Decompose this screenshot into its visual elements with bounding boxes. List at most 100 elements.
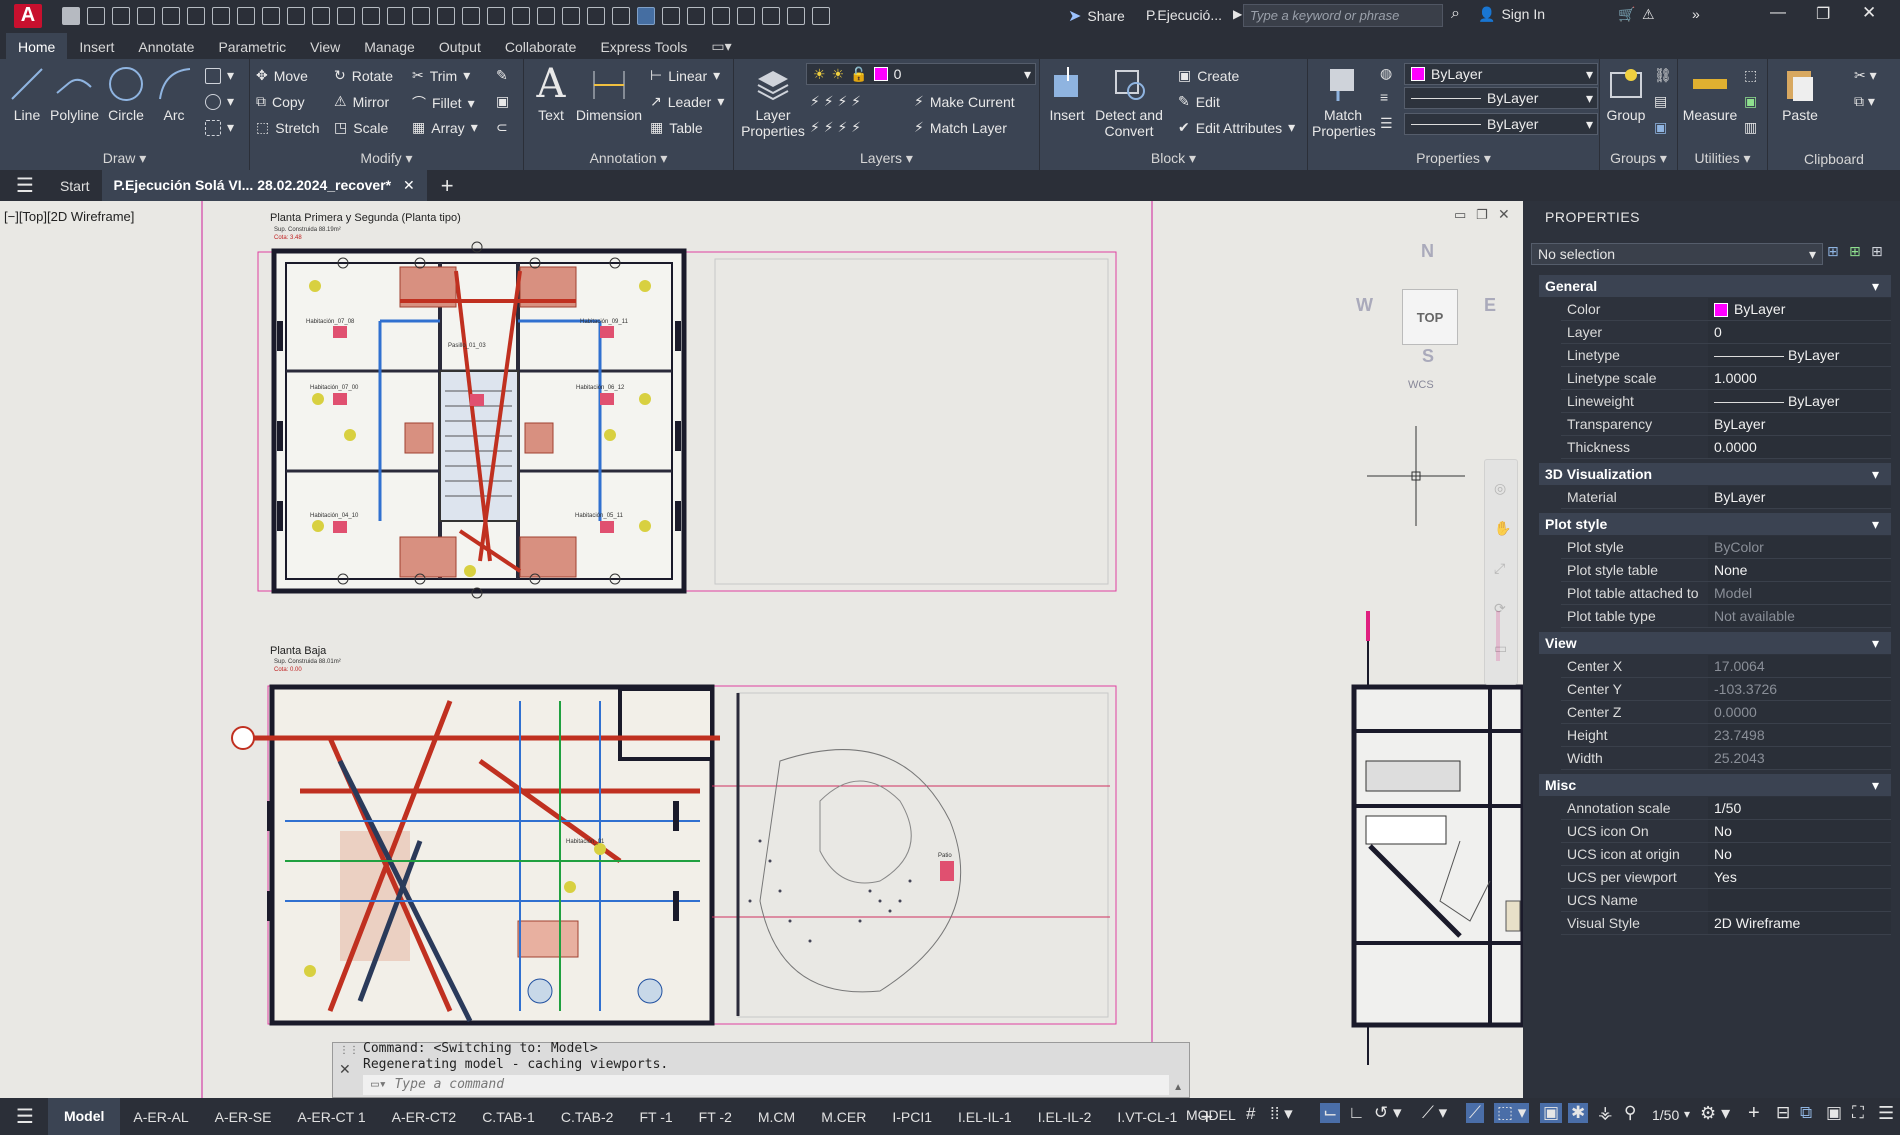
property-row[interactable]: Height 23.7498: [1561, 724, 1891, 747]
tab-express-tools[interactable]: Express Tools: [588, 35, 699, 59]
plot-icon[interactable]: [162, 6, 180, 25]
property-value[interactable]: ByColor: [1708, 536, 1891, 558]
move-button[interactable]: ✥ Move: [256, 67, 308, 84]
command-input[interactable]: ▭▾ Type a command: [363, 1075, 1169, 1095]
property-row[interactable]: UCS Name: [1561, 889, 1891, 912]
wcs-menu[interactable]: WCS: [1408, 379, 1434, 391]
layout-tab[interactable]: A-ER-CT 1: [284, 1109, 378, 1125]
property-value[interactable]: 2D Wireframe: [1708, 912, 1891, 934]
toolbar-icon-b[interactable]: [262, 6, 280, 25]
section-header-plot[interactable]: Plot style ▾: [1539, 513, 1891, 535]
save-icon[interactable]: [112, 6, 130, 25]
open-file-icon[interactable]: [87, 6, 105, 25]
property-row[interactable]: Width 25.2043: [1561, 747, 1891, 770]
rotate-button[interactable]: ↻ Rotate: [334, 67, 393, 84]
toolbar-icon-p[interactable]: [612, 6, 630, 25]
layer-tool-row-2[interactable]: ⚡ ⚡ ⚡ ⚡: [810, 119, 861, 136]
panel-utilities-title[interactable]: Utilities ▾: [1678, 150, 1767, 167]
viewcube-west[interactable]: W: [1356, 295, 1373, 316]
group-select-icon[interactable]: ▣: [1654, 119, 1667, 136]
minimize-icon[interactable]: —: [1770, 4, 1786, 22]
group-button[interactable]: Group: [1606, 65, 1646, 123]
grid-icon[interactable]: #: [1246, 1104, 1255, 1124]
fullscreen-icon[interactable]: ⛶: [1852, 1103, 1864, 1123]
edit-block-button[interactable]: ✎ Edit: [1178, 93, 1220, 110]
color-dropdown[interactable]: ByLayer ▾: [1404, 63, 1598, 85]
property-value[interactable]: Not available: [1708, 605, 1891, 627]
property-value[interactable]: 1/50: [1708, 797, 1891, 819]
panel-block-title[interactable]: Block ▾: [1040, 150, 1307, 167]
toolbar-icon-k[interactable]: [487, 6, 505, 25]
panel-annotation-title[interactable]: Annotation ▾: [524, 150, 733, 167]
pan-icon[interactable]: ✋: [1494, 520, 1511, 537]
isodraft-icon[interactable]: ↺ ▾: [1374, 1103, 1402, 1123]
property-row[interactable]: Plot style table None: [1561, 559, 1891, 582]
viewcube-top-face[interactable]: TOP: [1402, 289, 1458, 345]
copy-clip-icon[interactable]: ⧉ ▾: [1854, 93, 1875, 110]
property-value[interactable]: Yes: [1708, 866, 1891, 888]
property-row[interactable]: Material ByLayer: [1561, 486, 1891, 509]
save-as-icon[interactable]: [137, 6, 155, 25]
property-value[interactable]: ByLayer: [1708, 298, 1891, 320]
explode-icon[interactable]: ▣: [496, 93, 509, 110]
transparency-icon[interactable]: ▣: [1540, 1103, 1563, 1123]
toolbar-icon-h[interactable]: [412, 6, 430, 25]
layout-tab[interactable]: A-ER-AL: [120, 1109, 201, 1125]
chevron-right-icon[interactable]: ▶: [1233, 7, 1242, 21]
viewport-minimize-icon[interactable]: ▭: [1454, 207, 1466, 223]
property-value[interactable]: ByLayer: [1708, 344, 1891, 366]
property-row[interactable]: UCS icon at origin No: [1561, 843, 1891, 866]
hatch-icon[interactable]: ▾: [205, 93, 234, 110]
panel-draw-title[interactable]: Draw ▾: [0, 150, 249, 167]
panel-groups-title[interactable]: Groups ▾: [1600, 150, 1677, 167]
linetype-dropdown[interactable]: ByLayer ▾: [1404, 87, 1598, 109]
property-row[interactable]: UCS icon On No: [1561, 820, 1891, 843]
rectangle-icon[interactable]: ▾: [205, 67, 234, 84]
property-row[interactable]: Center X 17.0064: [1561, 655, 1891, 678]
ribbon-options-icon[interactable]: ▭▾: [699, 34, 743, 59]
help-icon[interactable]: ⚠: [1642, 6, 1655, 23]
menu-icon[interactable]: ☰: [16, 173, 34, 198]
expand-icon[interactable]: »: [1692, 6, 1700, 22]
viewcube-east[interactable]: E: [1484, 295, 1496, 316]
property-value[interactable]: ByLayer: [1708, 390, 1891, 412]
toolbar-icon-e[interactable]: [337, 6, 355, 25]
command-expand-icon[interactable]: ▲: [1173, 1082, 1183, 1093]
toolbar-icon-r[interactable]: [662, 6, 680, 25]
search-icon[interactable]: ⌕: [1451, 5, 1460, 23]
layout-menu-icon[interactable]: ☰: [16, 1104, 34, 1129]
panel-layers-title[interactable]: Layers ▾: [734, 150, 1039, 167]
sign-in-button[interactable]: 👤 Sign In: [1478, 6, 1545, 23]
viewcube-north[interactable]: N: [1421, 241, 1434, 262]
linear-button[interactable]: ⊢ Linear ▾: [650, 67, 720, 84]
quick-properties-icon[interactable]: ⧉: [1800, 1103, 1812, 1123]
panel-modify-title[interactable]: Modify ▾: [250, 150, 523, 167]
layout-tab[interactable]: A-ER-SE: [202, 1109, 285, 1125]
mirror-button[interactable]: ⚠ Mirror: [334, 93, 389, 110]
panel-properties-title[interactable]: Properties ▾: [1308, 150, 1599, 167]
selection-cycling-icon[interactable]: ✱: [1568, 1103, 1589, 1123]
status-model-button[interactable]: MODEL: [1186, 1107, 1236, 1123]
property-value[interactable]: 0.0000: [1708, 701, 1891, 723]
property-value[interactable]: [1708, 889, 1891, 911]
command-window[interactable]: ⋮⋮ ✕ Command: <Switching to: Model> Rege…: [332, 1041, 1190, 1098]
toolbar-icon-m[interactable]: [537, 6, 555, 25]
property-value[interactable]: None: [1708, 559, 1891, 581]
lineweight-dropdown[interactable]: ByLayer ▾: [1404, 113, 1598, 135]
toolbar-icon-o[interactable]: [587, 6, 605, 25]
property-value[interactable]: Model: [1708, 582, 1891, 604]
group-edit-icon[interactable]: ▤: [1654, 93, 1667, 110]
section-header-general[interactable]: General ▾: [1539, 275, 1891, 297]
property-row[interactable]: Layer 0: [1561, 321, 1891, 344]
property-row[interactable]: Plot table type Not available: [1561, 605, 1891, 628]
toolbar-icon-l[interactable]: [512, 6, 530, 25]
viewcube[interactable]: N W E S TOP WCS: [1350, 241, 1510, 401]
new-file-icon[interactable]: [62, 6, 80, 25]
annotation-scale-value[interactable]: 1/50: [1652, 1107, 1679, 1123]
cart-icon[interactable]: 🛒: [1618, 6, 1635, 23]
quick-select-icon[interactable]: ⬚: [1744, 67, 1757, 84]
line-button[interactable]: Line: [8, 65, 46, 123]
section-collapse-icon[interactable]: ▾: [1872, 777, 1879, 794]
match-layer-button[interactable]: ⚡ Match Layer: [914, 119, 1007, 136]
fillet-button[interactable]: ⌒ Fillet ▾: [412, 93, 475, 113]
